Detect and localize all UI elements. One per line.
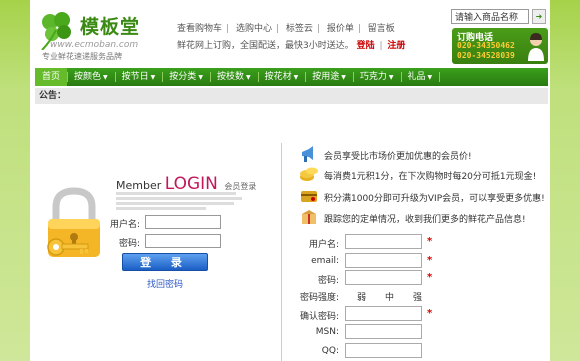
required-mark: * (427, 236, 433, 247)
register-msn-input[interactable] (345, 324, 422, 339)
nav-item-gifts[interactable]: 礼品 ▼ (401, 68, 440, 86)
register-password-label: 密码: (317, 276, 339, 286)
login-username-label: 用户名: (109, 220, 140, 230)
register-email-input[interactable] (345, 253, 422, 268)
chevron-down-icon: ▼ (150, 74, 156, 81)
register-msn-label: MSN: (315, 327, 339, 337)
register-email-label: email: (311, 256, 339, 266)
nav-item-chocolate[interactable]: 巧克力 ▼ (353, 68, 402, 86)
search-input[interactable] (451, 9, 529, 24)
register-username-input[interactable] (345, 234, 422, 249)
nav-item-home[interactable]: 首页 (35, 68, 69, 86)
logo-slogan: 专业鲜花速递服务品牌 (42, 52, 122, 61)
chevron-down-icon: ▼ (103, 74, 108, 81)
login-username-input[interactable] (145, 215, 221, 229)
benefit-item: 跟踪您的定单情况，收到我们更多的鲜花产品信息! (324, 215, 526, 225)
nav-item-material[interactable]: 按花材 ▼ (258, 68, 306, 86)
nav-label: 按枝数 (216, 72, 244, 82)
lock-key-icon (47, 187, 100, 257)
go-arrow-icon: ➜ (535, 12, 543, 21)
coins-icon (300, 167, 318, 181)
forgot-password-link[interactable]: 找回密码 (147, 277, 183, 290)
top-link-cart[interactable]: 查看购物车 (177, 24, 222, 34)
chevron-down-icon: ▼ (293, 74, 299, 81)
required-mark: * (427, 308, 433, 319)
logo-url: www.ecmoban.com (50, 40, 139, 50)
top-link-message[interactable]: 留言板 (368, 24, 395, 34)
search-button[interactable]: ➜ (532, 9, 546, 24)
delivery-box-icon (302, 210, 316, 224)
page-container: 模板堂 www.ecmoban.com 专业鲜花速递服务品牌 查看购物车 | 选购… (30, 0, 550, 361)
nav-item-usage[interactable]: 按用途 ▼ (305, 68, 354, 86)
chevron-down-icon: ▼ (245, 74, 251, 81)
login-link[interactable]: 登陆 (357, 41, 375, 51)
site-logo[interactable]: 模板堂 www.ecmoban.com 专业鲜花速递服务品牌 (36, 10, 166, 62)
register-username-label: 用户名: (308, 240, 339, 250)
nav-item-color[interactable]: 按颜色 ▼ (67, 68, 116, 86)
notice-label: 公告： (39, 91, 67, 101)
logo-title: 模板堂 (80, 16, 141, 38)
nav-label: 按分类 (169, 72, 197, 82)
nav-label: 按节日 (121, 72, 149, 82)
register-confirm-label: 确认密码: (299, 312, 339, 322)
nav-label: 巧克力 (359, 72, 387, 82)
nav-label: 按用途 (312, 72, 340, 82)
strength-medium: 中 (385, 293, 395, 303)
nav-label: 按花材 (264, 72, 292, 82)
nav-item-festival[interactable]: 按节日 ▼ (115, 68, 163, 86)
login-title-main: LOGIN (164, 174, 218, 194)
login-password-label: 密码: (118, 239, 140, 249)
top-links: 查看购物车 | 选购中心 | 标签云 | 报价单 | 留言板 (177, 24, 395, 34)
required-mark: * (427, 255, 433, 266)
welcome-bar: 鲜花网上订购，全国配送，最快3小时送达。 登陆 | 注册 (177, 41, 406, 51)
register-qq-input[interactable] (345, 343, 422, 358)
login-submit-button[interactable]: 登 录 (122, 253, 208, 271)
nav-item-category[interactable]: 按分类 ▼ (162, 68, 211, 86)
required-mark: * (427, 272, 433, 283)
chevron-down-icon: ▼ (198, 74, 203, 81)
login-password-input[interactable] (145, 234, 221, 248)
chevron-down-icon: ▼ (341, 74, 346, 81)
top-link-quote[interactable]: 报价单 (327, 24, 354, 34)
register-password-input[interactable] (345, 270, 422, 285)
benefit-item: 积分满1000分即可升级为VIP会员，可以享受更多优惠! (324, 194, 545, 204)
top-link-tags[interactable]: 标签云 (286, 24, 313, 34)
hotline-number: 020-34350462 (457, 41, 515, 50)
register-link[interactable]: 注册 (387, 41, 405, 51)
main-nav: 首页 按颜色 ▼ 按节日 ▼ 按分类 ▼ 按枝数 ▼ 按花材 ▼ 按用途 ▼ 巧克力 ▼ 礼品… (35, 68, 548, 86)
benefit-item: 会员享受比市场价更加优惠的会员价! (324, 152, 472, 162)
welcome-text: 鲜花网上订购，全国配送，最快3小时送达。 (177, 41, 354, 51)
strength-weak: 弱 (357, 293, 367, 303)
hotline-number: 020-34528039 (457, 51, 515, 60)
chevron-down-icon: ▼ (427, 74, 433, 81)
login-fine-print (116, 192, 246, 210)
nav-item-stems[interactable]: 按枝数 ▼ (210, 68, 259, 86)
login-title-cn: 会员登录 (224, 182, 257, 191)
login-heading: Member LOGIN 会员登录 (116, 174, 256, 194)
login-title-prefix: Member (116, 179, 162, 192)
megaphone-icon (302, 146, 313, 162)
nav-label: 礼品 (407, 72, 426, 82)
password-strength-label: 密码强度: (299, 293, 339, 303)
vip-card-icon (301, 191, 317, 202)
nav-label: 首页 (42, 72, 61, 82)
hotline-box: 订购电话 020-34350462 020-34528039 (452, 28, 548, 64)
strength-strong: 强 (413, 293, 423, 303)
notice-bar: 公告： (35, 88, 548, 104)
nav-label: 按颜色 (74, 72, 102, 82)
chevron-down-icon: ▼ (388, 74, 394, 81)
register-confirm-input[interactable] (345, 306, 422, 321)
top-link-shop[interactable]: 选购中心 (236, 24, 272, 34)
service-agent-icon (528, 33, 544, 61)
register-qq-label: QQ: (321, 346, 339, 356)
benefit-item: 每消费1元积1分，在下次购物时每20分可抵1元现金! (324, 172, 537, 182)
